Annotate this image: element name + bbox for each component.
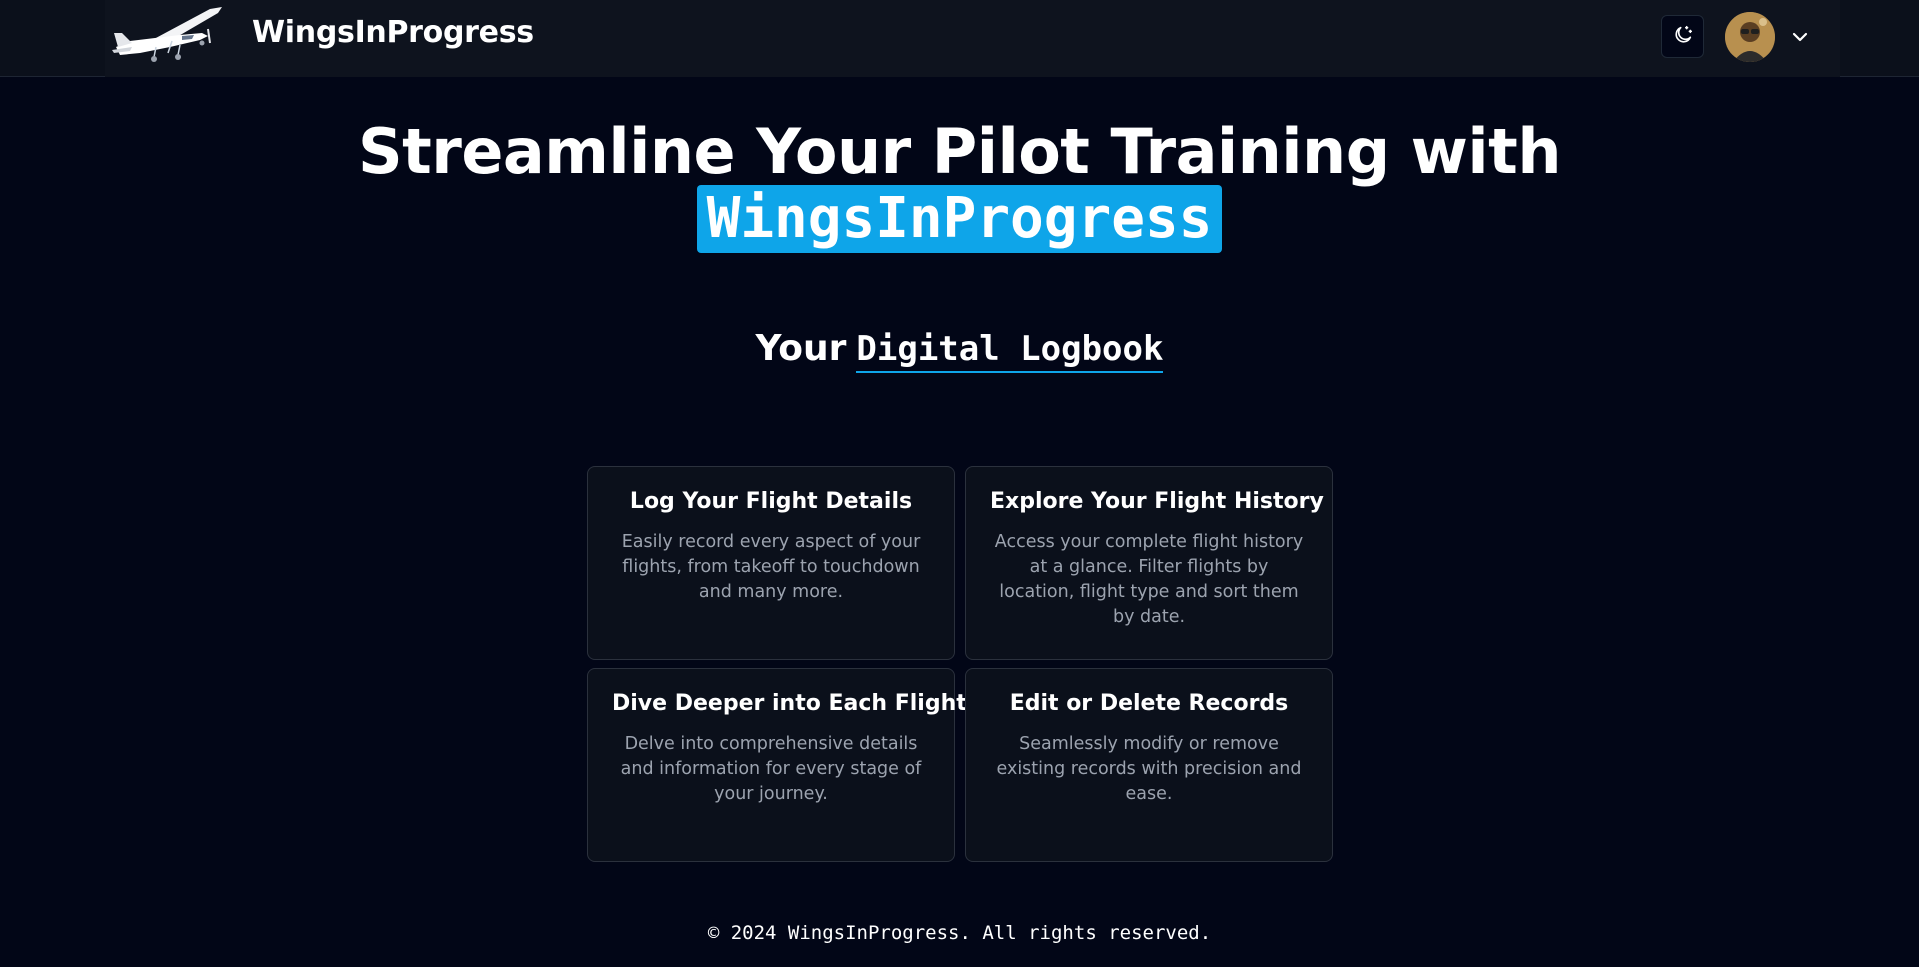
feature-card-title: Edit or Delete Records: [1009, 691, 1289, 716]
theme-toggle-button[interactable]: [1661, 15, 1704, 58]
feature-card-description: Access your complete flight history at a…: [994, 532, 1304, 627]
feature-card: Edit or Delete Records Seamlessly modify…: [965, 668, 1333, 862]
moon-stars-icon: [1672, 24, 1694, 50]
hero-title-highlight: WingsInProgress: [696, 185, 1223, 253]
navbar-container: WingsInProgress: [105, 0, 1840, 77]
page-footer: © 2024 WingsInProgress. All rights reser…: [0, 922, 1919, 944]
footer-copyright: © 2024 WingsInProgress. All rights reser…: [707, 922, 1212, 944]
feature-card: Dive Deeper into Each Flight Delve into …: [587, 668, 967, 862]
subtitle-emphasis: Digital Logbook: [856, 329, 1164, 373]
subtitle-prefix: Your: [755, 328, 847, 369]
feature-card-description: Easily record every aspect of your fligh…: [621, 532, 921, 602]
feature-card-description: Delve into comprehensive details and inf…: [620, 734, 922, 804]
feature-card: Log Your Flight Details Easily record ev…: [587, 466, 955, 660]
feature-card: Explore Your Flight History Access your …: [965, 466, 1333, 660]
top-navbar: WingsInProgress: [0, 0, 1919, 77]
feature-card-title: Explore Your Flight History: [990, 489, 1324, 514]
features-grid: Log Your Flight Details Easily record ev…: [587, 466, 1333, 862]
airplane-icon: [110, 3, 230, 67]
feature-card-title: Dive Deeper into Each Flight: [612, 691, 967, 716]
hero-title-text: Streamline Your Pilot Training with: [358, 115, 1561, 188]
hero-section: Streamline Your Pilot Training with Wing…: [0, 120, 1919, 253]
user-avatar[interactable]: [1725, 12, 1775, 62]
brand-name: WingsInProgress: [252, 15, 534, 50]
chevron-down-icon[interactable]: [1788, 25, 1812, 49]
hero-title: Streamline Your Pilot Training with Wing…: [0, 120, 1919, 253]
feature-card-title: Log Your Flight Details: [629, 489, 913, 514]
page-subtitle: Your Digital Logbook: [0, 328, 1919, 373]
home-logo-link[interactable]: WingsInProgress: [110, 3, 534, 67]
feature-card-description: Seamlessly modify or remove existing rec…: [996, 734, 1302, 804]
